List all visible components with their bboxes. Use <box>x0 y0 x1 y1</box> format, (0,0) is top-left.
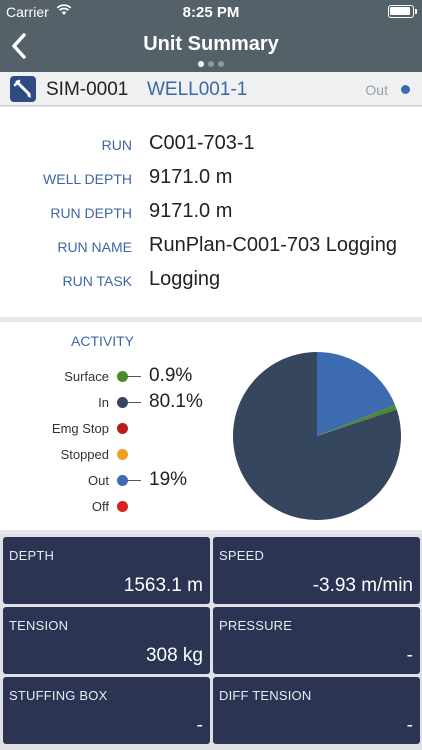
tile-value: - <box>406 645 413 666</box>
tile-label: TENSION <box>9 618 69 633</box>
tile-pressure[interactable]: PRESSURE - <box>213 607 420 674</box>
page-dot-2[interactable] <box>208 61 214 67</box>
info-value: RunPlan-C001-703 Logging <box>149 234 397 256</box>
info-row-run-depth: RUN DEPTH 9171.0 m <box>0 198 422 228</box>
tile-stuffing-box[interactable]: STUFFING BOX - <box>3 677 210 744</box>
info-row-well-depth: WELL DEPTH 9171.0 m <box>0 164 422 194</box>
page-dot-3[interactable] <box>218 61 224 67</box>
tile-value: 308 kg <box>145 645 203 666</box>
run-info-panel: RUN C001-703-1 WELL DEPTH 9171.0 m RUN D… <box>0 107 422 317</box>
info-row-run-name: RUN NAME RunPlan-C001-703 Logging <box>0 232 422 262</box>
legend-connector <box>127 376 141 377</box>
page-indicator[interactable] <box>0 61 422 67</box>
tile-depth[interactable]: DEPTH 1563.1 m <box>3 537 210 604</box>
info-row-run: RUN C001-703-1 <box>0 130 422 160</box>
legend-label: In <box>98 395 109 410</box>
tile-value: -3.93 m/min <box>312 575 413 596</box>
legend-label: Surface <box>64 369 109 384</box>
status-time: 8:25 PM <box>182 4 240 21</box>
legend-item: Stopped <box>0 444 230 464</box>
tile-tension[interactable]: TENSION 308 kg <box>3 607 210 674</box>
legend-dot <box>117 449 128 460</box>
page-dot-1[interactable] <box>198 61 204 67</box>
info-value: Logging <box>149 268 221 290</box>
status-bar: Carrier 8:25 PM <box>0 0 422 24</box>
tile-speed[interactable]: SPEED -3.93 m/min <box>213 537 420 604</box>
info-row-run-task: RUN TASK Logging <box>0 266 422 296</box>
legend-percentage: 19% <box>149 469 188 490</box>
navigation-bar: Carrier 8:25 PM Unit Summary <box>0 0 422 72</box>
unit-status-text: Out <box>365 82 388 98</box>
legend-dot <box>117 501 128 512</box>
unit-id: SIM-0001 <box>46 79 129 100</box>
tile-value: 1563.1 m <box>123 575 203 596</box>
legend-label: Stopped <box>60 447 109 462</box>
unit-status-dot <box>401 85 410 94</box>
battery-icon <box>388 5 417 18</box>
legend-item: Out 19% <box>0 469 230 490</box>
tile-label: DIFF TENSION <box>219 688 312 703</box>
measurement-tiles: DEPTH 1563.1 m SPEED -3.93 m/min TENSION… <box>0 534 422 750</box>
tile-label: DEPTH <box>9 548 55 563</box>
legend-item: Emg Stop <box>0 418 230 438</box>
legend-percentage: 80.1% <box>149 391 203 412</box>
legend-label: Out <box>88 473 109 488</box>
legend-dot <box>117 423 128 434</box>
tile-value: - <box>406 715 413 736</box>
info-label: RUN DEPTH <box>50 205 132 221</box>
legend-connector <box>127 480 141 481</box>
info-value: C001-703-1 <box>149 132 255 154</box>
info-label: RUN NAME <box>57 239 132 255</box>
info-label: RUN <box>101 137 132 153</box>
unit-header[interactable]: SIM-0001 WELL001-1 Out <box>0 72 422 106</box>
tile-label: SPEED <box>219 548 265 563</box>
page-title: Unit Summary <box>143 33 279 55</box>
tile-diff-tension[interactable]: DIFF TENSION - <box>213 677 420 744</box>
info-label: WELL DEPTH <box>43 171 132 187</box>
activity-panel: ACTIVITY Surface 0.9% In 80.1% Emg Stop Stopp… <box>0 322 422 530</box>
legend-percentage: 0.9% <box>149 365 193 386</box>
unit-tool-icon <box>10 76 36 102</box>
tile-label: PRESSURE <box>219 618 293 633</box>
legend-item: In 80.1% <box>0 391 230 412</box>
legend-label: Off <box>91 499 109 514</box>
activity-title: ACTIVITY <box>71 333 135 349</box>
legend-connector <box>127 402 141 403</box>
info-label: RUN TASK <box>62 273 133 289</box>
activity-pie-chart <box>233 352 401 520</box>
tile-label: STUFFING BOX <box>9 688 108 703</box>
legend-item: Off <box>0 496 230 516</box>
legend-label: Emg Stop <box>51 421 109 436</box>
tile-value: - <box>196 715 203 736</box>
info-value: 9171.0 m <box>149 200 233 222</box>
info-value: 9171.0 m <box>149 166 233 188</box>
legend-item: Surface 0.9% <box>0 365 230 386</box>
well-id[interactable]: WELL001-1 <box>147 79 247 101</box>
